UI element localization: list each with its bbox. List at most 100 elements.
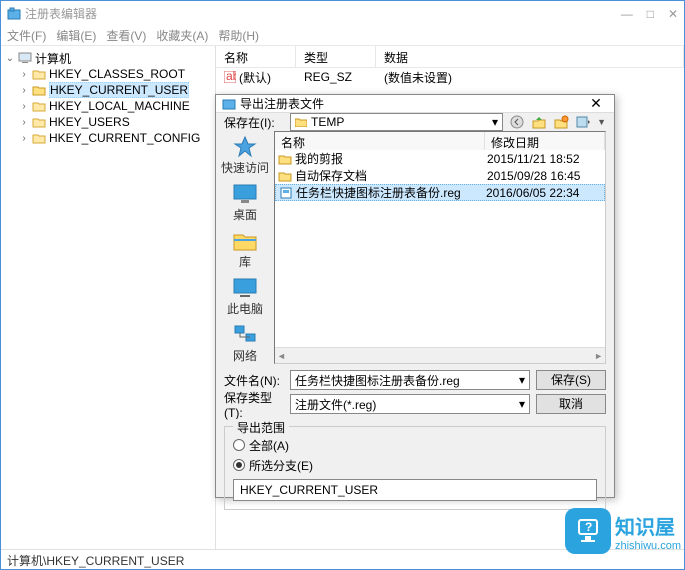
file-list-empty[interactable] (275, 201, 605, 347)
radio-selected-icon (233, 459, 245, 471)
dialog-title-bar: 导出注册表文件 ✕ (216, 95, 614, 113)
radio-selected-branch[interactable]: 所选分支(E) (233, 455, 597, 475)
computer-icon (231, 276, 259, 300)
folder-icon (278, 170, 292, 182)
filelist-col-date[interactable]: 修改日期 (485, 132, 605, 150)
col-type[interactable]: 类型 (296, 46, 376, 67)
back-icon[interactable] (509, 114, 525, 130)
folder-icon (278, 153, 292, 165)
places-bar: 快速访问 桌面 库 此电脑 网络 (216, 131, 274, 364)
place-network[interactable]: 网络 (231, 323, 259, 364)
folder-open-icon (32, 84, 46, 96)
horizontal-scrollbar[interactable]: ◄► (275, 347, 605, 363)
folder-icon (295, 117, 307, 127)
place-quick-access[interactable]: 快速访问 (221, 135, 269, 176)
file-list-header: 名称 修改日期 (275, 132, 605, 150)
tree-node[interactable]: ›HKEY_CLASSES_ROOT (5, 66, 211, 82)
minimize-button[interactable]: — (621, 7, 633, 21)
file-row-selected[interactable]: 任务栏快捷图标注册表备份.reg2016/06/05 22:34 (275, 184, 605, 201)
file-row[interactable]: 自动保存文档2015/09/28 16:45 (275, 167, 605, 184)
new-folder-icon[interactable] (553, 114, 569, 130)
dialog-close-button[interactable]: ✕ (584, 95, 608, 112)
place-this-pc[interactable]: 此电脑 (227, 276, 263, 317)
expand-icon[interactable]: › (19, 117, 29, 128)
filename-input[interactable]: 任务栏快捷图标注册表备份.reg▾ (290, 370, 530, 390)
regedit-icon (222, 97, 236, 111)
col-name[interactable]: 名称 (216, 46, 296, 67)
menu-view[interactable]: 查看(V) (106, 27, 146, 44)
filelist-col-name[interactable]: 名称 (275, 132, 485, 150)
radio-all[interactable]: 全部(A) (233, 435, 597, 455)
file-row[interactable]: 我的剪报2015/11/21 18:52 (275, 150, 605, 167)
libraries-icon (231, 229, 259, 253)
filetype-dropdown[interactable]: 注册文件(*.reg)▾ (290, 394, 530, 414)
title-bar: 注册表编辑器 — □ ✕ (1, 1, 684, 26)
up-icon[interactable] (531, 114, 547, 130)
chevron-down-icon[interactable]: ▼ (597, 117, 606, 127)
watermark: ? 知识屋 zhishiwu.com (565, 508, 681, 554)
folder-icon (32, 100, 46, 112)
chevron-down-icon[interactable]: ▾ (519, 373, 525, 387)
menu-favorites[interactable]: 收藏夹(A) (156, 27, 208, 44)
dialog-title: 导出注册表文件 (240, 95, 584, 112)
reg-file-icon (279, 187, 293, 199)
folder-icon (32, 116, 46, 128)
tree-root[interactable]: ⌄ 计算机 (5, 50, 211, 66)
savein-dropdown[interactable]: TEMP ▾ (290, 113, 503, 131)
tree-node[interactable]: ›HKEY_LOCAL_MACHINE (5, 98, 211, 114)
menu-bar: 文件(F) 编辑(E) 查看(V) 收藏夹(A) 帮助(H) (1, 26, 684, 46)
export-dialog: 导出注册表文件 ✕ 保存在(I): TEMP ▾ ▼ 快速访问 桌面 库 此电脑… (215, 94, 615, 498)
menu-edit[interactable]: 编辑(E) (56, 27, 96, 44)
regedit-icon (7, 7, 21, 21)
watermark-text: 知识屋 (615, 511, 681, 540)
chevron-down-icon[interactable]: ▾ (519, 397, 525, 411)
expand-icon[interactable]: ⌄ (5, 53, 15, 64)
dialog-body: 快速访问 桌面 库 此电脑 网络 名称 修改日期 我的剪报2015/11/21 … (216, 131, 614, 364)
star-icon (231, 135, 259, 159)
filename-label: 文件名(N): (224, 372, 284, 389)
tree-panel: ⌄ 计算机 ›HKEY_CLASSES_ROOT ›HKEY_CURRENT_U… (1, 46, 216, 549)
cancel-button[interactable]: 取消 (536, 394, 606, 414)
close-button[interactable]: ✕ (668, 7, 678, 21)
expand-icon[interactable]: › (19, 69, 29, 80)
col-data[interactable]: 数据 (376, 46, 684, 67)
view-menu-icon[interactable] (575, 114, 591, 130)
network-icon (231, 323, 259, 347)
scope-legend: 导出范围 (233, 419, 289, 436)
value-row[interactable]: ab(默认) REG_SZ (数值未设置) (216, 68, 684, 86)
expand-icon[interactable]: › (19, 85, 29, 96)
savein-label: 保存在(I): (224, 114, 284, 131)
tree-node[interactable]: ›HKEY_CURRENT_CONFIG (5, 130, 211, 146)
expand-icon[interactable]: › (19, 133, 29, 144)
dialog-toolbar: 保存在(I): TEMP ▾ ▼ (216, 113, 614, 131)
tree-node[interactable]: ›HKEY_USERS (5, 114, 211, 130)
place-libraries[interactable]: 库 (231, 229, 259, 270)
folder-icon (32, 132, 46, 144)
maximize-button[interactable]: □ (647, 7, 654, 21)
save-button[interactable]: 保存(S) (536, 370, 606, 390)
string-icon: ab (224, 71, 236, 83)
radio-icon (233, 439, 245, 451)
tree-root-label: 计算机 (35, 50, 71, 67)
watermark-sub: zhishiwu.com (615, 540, 681, 552)
place-desktop[interactable]: 桌面 (231, 182, 259, 223)
value-list-header: 名称 类型 数据 (216, 46, 684, 68)
file-list: 名称 修改日期 我的剪报2015/11/21 18:52 自动保存文档2015/… (274, 131, 606, 364)
menu-file[interactable]: 文件(F) (7, 27, 46, 44)
window-controls: — □ ✕ (621, 7, 678, 21)
chevron-down-icon: ▾ (492, 115, 498, 129)
desktop-icon (231, 182, 259, 206)
branch-input[interactable]: HKEY_CURRENT_USER (233, 479, 597, 501)
window-title: 注册表编辑器 (25, 5, 621, 22)
svg-text:?: ? (585, 520, 592, 534)
tree-node-selected[interactable]: ›HKEY_CURRENT_USER (5, 82, 211, 98)
menu-help[interactable]: 帮助(H) (218, 27, 259, 44)
watermark-icon: ? (565, 508, 611, 554)
dialog-fields: 文件名(N): 任务栏快捷图标注册表备份.reg▾ 保存(S) 保存类型(T):… (216, 364, 614, 420)
expand-icon[interactable]: › (19, 101, 29, 112)
computer-icon (18, 52, 32, 64)
export-scope-group: 导出范围 全部(A) 所选分支(E) HKEY_CURRENT_USER (224, 426, 606, 510)
svg-text:ab: ab (226, 71, 236, 83)
folder-icon (32, 68, 46, 80)
filetype-label: 保存类型(T): (224, 389, 284, 420)
